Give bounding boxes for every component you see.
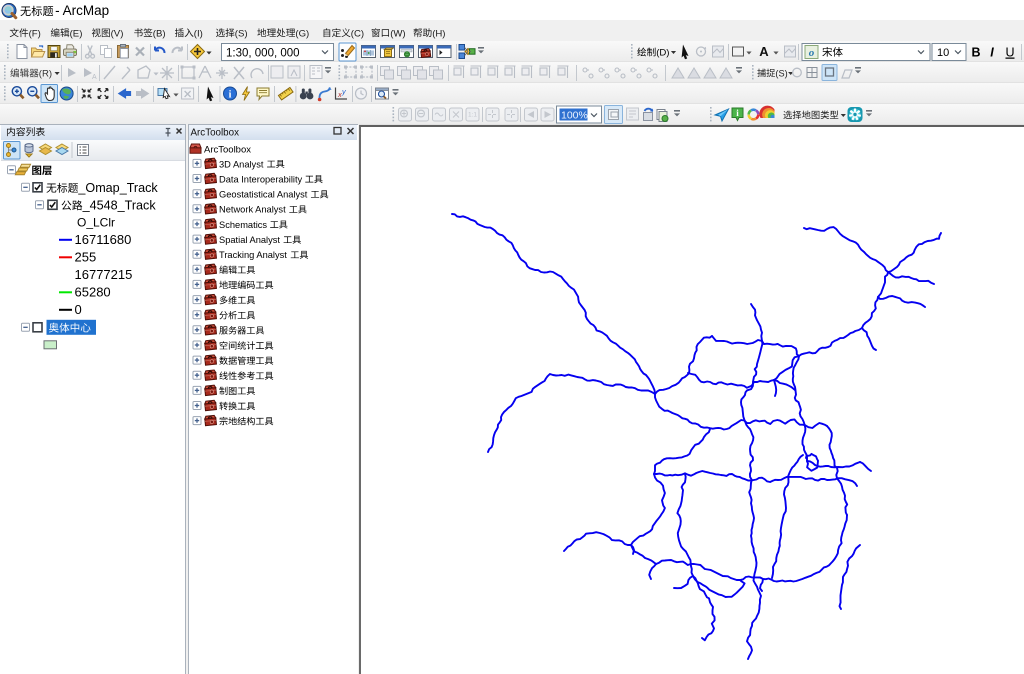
svg-text:A: A (759, 44, 769, 59)
svg-text:(V): (V) (111, 28, 124, 39)
svg-text:- ArcMap: - ArcMap (55, 3, 109, 18)
svg-text:ArcToolbox: ArcToolbox (204, 145, 251, 156)
svg-text:B: B (971, 46, 980, 60)
svg-text:Geostatistical Analyst: Geostatistical Analyst (219, 190, 308, 200)
svg-text:16711680: 16711680 (75, 232, 132, 247)
svg-text:I: I (990, 46, 994, 60)
svg-text:(F): (F) (29, 28, 41, 39)
svg-text:(R): (R) (39, 69, 52, 80)
svg-text:U: U (1005, 46, 1014, 60)
svg-text:Data Interoperability: Data Interoperability (219, 174, 303, 184)
svg-text:(G): (G) (295, 28, 309, 39)
svg-text:65280: 65280 (75, 285, 111, 300)
svg-text:Schematics: Schematics (219, 220, 267, 230)
svg-text:_Omap_Track: _Omap_Track (77, 181, 158, 195)
svg-text:100%: 100% (561, 109, 588, 121)
svg-text:Network Analyst: Network Analyst (219, 205, 286, 215)
svg-text:(E): (E) (70, 28, 83, 39)
svg-text:(H): (H) (432, 28, 445, 39)
svg-text:0: 0 (75, 302, 82, 317)
svg-text:3D Analyst: 3D Analyst (219, 159, 264, 169)
svg-text:O_LClr: O_LClr (77, 216, 115, 230)
svg-text:y: y (341, 87, 347, 96)
svg-text:(C): (C) (351, 28, 364, 39)
svg-text:i: i (229, 90, 232, 101)
svg-text:Tracking Analyst: Tracking Analyst (219, 250, 287, 260)
svg-text:16777215: 16777215 (75, 267, 133, 282)
svg-text:(B): (B) (153, 28, 166, 39)
svg-text:A: A (92, 74, 97, 81)
svg-text:(S): (S) (775, 68, 787, 78)
svg-text:Spatial Analyst: Spatial Analyst (219, 235, 280, 245)
svg-text:ArcToolbox: ArcToolbox (191, 128, 240, 139)
svg-text:o: o (809, 47, 815, 59)
svg-text:1:1: 1:1 (468, 112, 477, 119)
svg-text:(I): (I) (194, 28, 203, 39)
svg-text:10: 10 (937, 47, 949, 59)
svg-text:_4548_Track: _4548_Track (82, 198, 157, 212)
svg-text:255: 255 (75, 250, 97, 265)
svg-text:(W): (W) (390, 28, 405, 39)
svg-text:(D): (D) (656, 48, 669, 59)
svg-text:(S): (S) (235, 28, 248, 39)
svg-text:1:30, 000, 000: 1:30, 000, 000 (226, 47, 300, 59)
